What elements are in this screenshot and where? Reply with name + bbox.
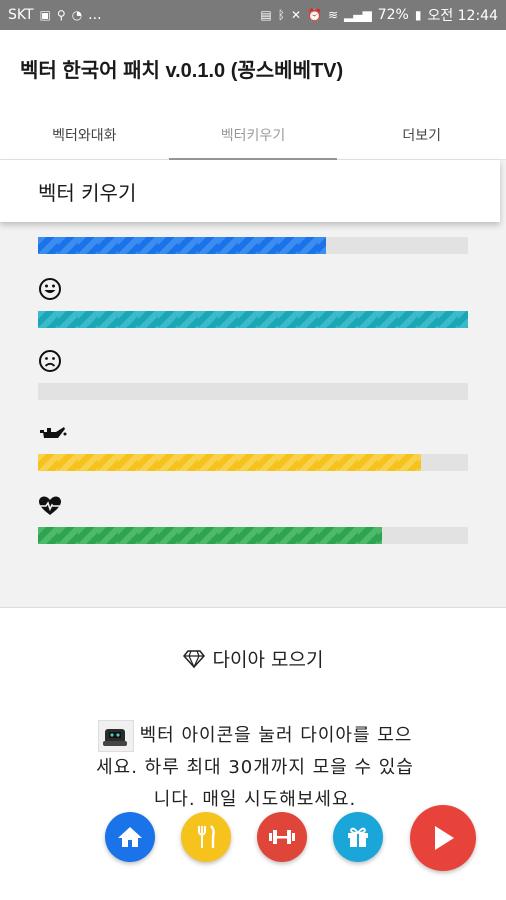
stat-bar-fill	[38, 527, 382, 544]
sad-icon	[39, 350, 61, 372]
signal-icon: ▂▄▆	[344, 8, 372, 22]
stat-bar-track	[38, 383, 468, 400]
mute-icon: ✕	[290, 8, 301, 22]
diamond-description: 벡터 아이콘을 눌러 다이아를 모으 세요. 하루 최대 30개까지 모을 수 …	[40, 720, 470, 816]
stat-bar-track	[38, 454, 468, 471]
diamond-desc-line3: 니다. 매일 시도해보세요.	[153, 789, 357, 810]
app-title: 벡터 한국어 패치 v.0.1.0 (꽁스베베TV)	[20, 60, 344, 82]
time-label: 오전 12:44	[427, 8, 498, 24]
vector-icon-button[interactable]	[97, 720, 134, 752]
stat-bar-track	[38, 311, 468, 328]
nfc-icon: ▤	[260, 8, 272, 22]
exercise-button[interactable]	[257, 812, 307, 862]
diamond-title-label: 다이아 모으기	[212, 649, 324, 671]
alarm-icon: ⏰	[307, 8, 322, 22]
play-icon	[435, 826, 454, 850]
status-bar: SKT ▣ ⚲ ◔ ... ▤ ᛒ ✕ ⏰ ≋ ▂▄▆ 72% ▮ 오전 12:…	[0, 0, 506, 30]
gift-icon	[348, 827, 368, 847]
tab-chat[interactable]: 벡터와대화	[0, 110, 169, 159]
wifi-icon: ≋	[327, 8, 339, 22]
play-button[interactable]	[410, 805, 476, 871]
stat-bar-fill	[38, 311, 468, 328]
vector-robot-icon	[102, 729, 127, 746]
stat-bar-fill	[38, 454, 421, 471]
tab-bar: 벡터와대화 벡터키우기 더보기	[0, 110, 506, 160]
overflow-label: ...	[88, 7, 102, 23]
app-header: 벡터 한국어 패치 v.0.1.0 (꽁스베베TV) 벡터와대화 벡터키우기 더…	[0, 30, 506, 160]
battery-label: 72%	[377, 7, 409, 23]
smile-icon	[39, 278, 61, 300]
diamond-title: 다이아 모으기	[0, 645, 506, 672]
heartbeat-icon	[39, 496, 61, 515]
link-icon: ⚲	[56, 8, 66, 22]
stats-panel	[0, 160, 506, 608]
stat-bar-track	[38, 527, 468, 544]
stat-bar-track	[38, 237, 468, 254]
battery-icon: ▮	[414, 8, 422, 22]
section-header: 벡터 키우기	[0, 160, 500, 222]
home-icon	[118, 827, 142, 847]
home-button[interactable]	[105, 812, 155, 862]
diamond-desc-line2: 세요. 하루 최대 30개까지 모을 수 있습	[96, 757, 414, 778]
dumbbell-icon	[269, 830, 295, 844]
bluetooth-icon: ᛒ	[277, 8, 285, 22]
carrier-label: SKT	[8, 7, 34, 23]
fork-knife-icon	[198, 825, 215, 848]
tab-raise[interactable]: 벡터키우기	[168, 110, 338, 160]
gift-button[interactable]	[333, 812, 383, 862]
diamond-icon	[182, 649, 205, 668]
stat-bar-fill	[38, 237, 327, 254]
image-icon: ▣	[39, 8, 51, 22]
diamond-desc-line1: 벡터 아이콘을 눌러 다이아를 모으	[139, 725, 413, 746]
tab-more[interactable]: 더보기	[337, 110, 506, 159]
oil-can-icon	[40, 427, 67, 438]
clock-icon: ◔	[71, 8, 83, 22]
feed-button[interactable]	[181, 812, 231, 862]
section-title: 벡터 키우기	[38, 180, 137, 205]
